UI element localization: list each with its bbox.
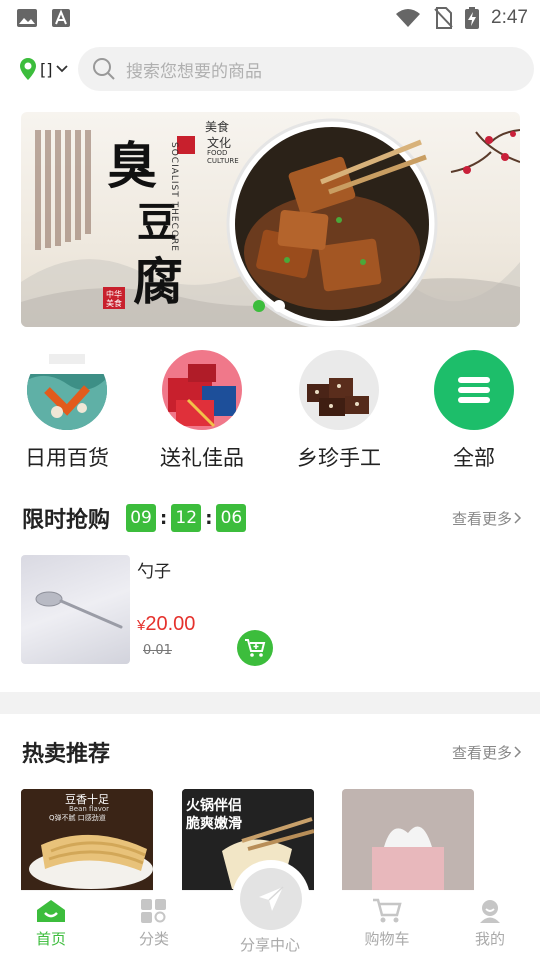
banner-tag-en-2: CULTURE — [207, 157, 239, 165]
flash-sale-item[interactable]: 勺子 ¥20.00 0.01 — [21, 555, 521, 666]
countdown-separator: : — [160, 507, 168, 529]
hot-card-sub2: 脆爽嫩滑 — [186, 816, 242, 832]
chevron-right-icon — [514, 512, 522, 524]
banner-title-3: 腐 — [133, 252, 183, 311]
flash-sale-more-link[interactable]: 查看更多 — [452, 508, 522, 529]
countdown-timer: 09 : 12 : 06 — [126, 504, 247, 532]
more-label: 查看更多 — [451, 509, 512, 528]
user-icon — [480, 900, 500, 923]
tab-category[interactable]: 分类 — [114, 898, 194, 949]
search-icon — [93, 58, 115, 80]
location-label: [] — [40, 59, 53, 79]
banner-artwork — [21, 118, 520, 327]
location-selector[interactable]: [] — [0, 58, 78, 80]
status-time: 2:47 — [491, 7, 528, 28]
category-label: 送礼佳品 — [160, 446, 244, 470]
banner-title-1: 臭 — [107, 136, 157, 195]
add-to-cart-button[interactable] — [237, 630, 273, 666]
promo-banner[interactable]: 臭 豆 腐 美食 文化 FOOD CULTURE SOCIALIST THECO… — [21, 112, 520, 327]
price-value: 20.00 — [145, 613, 196, 635]
banner-seal: 中华美食 — [106, 290, 122, 308]
product-name: 勺子 — [137, 562, 171, 582]
countdown-seconds: 06 — [216, 504, 247, 532]
image-icon — [17, 9, 37, 27]
gifts-image — [162, 350, 242, 430]
daily-goods-image — [27, 350, 107, 430]
tab-profile[interactable]: 我的 — [450, 898, 530, 949]
hot-card-note: Q弹不腻 口感劲道 — [49, 814, 106, 822]
flash-sale-title: 限时抢购 — [22, 508, 111, 533]
countdown-hours: 09 — [126, 504, 157, 532]
status-bar: 2:47 — [0, 0, 540, 36]
hot-product-card[interactable] — [342, 789, 474, 891]
tab-label: 首页 — [35, 930, 66, 948]
tab-label: 分类 — [138, 930, 169, 948]
category-nav: 日用百货 送礼佳品 乡珍手工 全部 — [0, 350, 540, 480]
send-icon — [259, 886, 284, 911]
wifi-icon — [396, 9, 421, 27]
search-input[interactable]: 搜索您想要的商品 — [78, 47, 534, 91]
search-placeholder: 搜索您想要的商品 — [126, 61, 262, 82]
category-label: 全部 — [453, 446, 495, 470]
banner-vertical-text: SOCIALIST THECORE — [169, 142, 179, 252]
category-label: 乡珍手工 — [297, 446, 381, 470]
chevron-down-icon — [56, 65, 69, 73]
hot-header: 热卖推荐 查看更多 — [22, 732, 522, 772]
banner-dot-1[interactable] — [253, 300, 265, 312]
countdown-separator: : — [205, 507, 213, 529]
handmade-image — [299, 350, 379, 430]
tab-label: 我的 — [474, 930, 505, 948]
share-center-icon-bg — [240, 868, 302, 930]
category-grid-icon — [141, 899, 166, 923]
home-icon — [37, 900, 65, 922]
flash-sale-header: 限时抢购 09 : 12 : 06 查看更多 — [22, 498, 522, 538]
tab-home[interactable]: 首页 — [11, 898, 91, 949]
spoon-image — [35, 591, 123, 629]
category-gifts[interactable]: 送礼佳品 — [152, 350, 252, 472]
category-handmade-image — [299, 350, 379, 430]
category-daily-goods[interactable]: 日用百货 — [17, 350, 117, 472]
tab-cart[interactable]: 购物车 — [347, 898, 427, 949]
category-gifts-image — [162, 350, 242, 430]
hot-card-sub: Bean flavor — [69, 805, 110, 813]
category-daily-goods-image — [27, 350, 107, 430]
tab-label: 购物车 — [364, 930, 410, 948]
cart-icon — [373, 898, 402, 923]
banner-tag-en-1: FOOD — [207, 149, 228, 157]
banner-tag-1: 美食 — [205, 120, 230, 134]
category-handmade[interactable]: 乡珍手工 — [289, 350, 389, 472]
hot-title: 热卖推荐 — [22, 742, 111, 767]
hot-more-link[interactable]: 查看更多 — [452, 742, 522, 763]
more-label: 查看更多 — [451, 743, 512, 762]
banner-pagination — [253, 300, 285, 312]
battery-charging-icon — [465, 7, 480, 29]
banner-dot-2[interactable] — [273, 300, 285, 312]
chevron-right-icon — [514, 746, 522, 758]
hot-card-caption: 火锅伴侣 — [186, 798, 242, 814]
product-image — [21, 555, 130, 664]
tissue-box-image — [342, 789, 474, 891]
category-all-icon-circle — [434, 350, 514, 430]
category-label: 日用百货 — [25, 446, 109, 470]
product-price: ¥20.00 — [137, 613, 195, 636]
font-icon — [52, 9, 70, 27]
no-sim-icon — [434, 7, 453, 29]
cart-icon — [245, 639, 266, 657]
share-center-button[interactable] — [232, 860, 310, 938]
category-all[interactable]: 全部 — [424, 350, 524, 472]
header: [] 搜索您想要的商品 — [0, 46, 540, 92]
countdown-minutes: 12 — [171, 504, 202, 532]
hot-product-card[interactable]: 豆香十足 Bean flavor Q弹不腻 口感劲道 — [21, 789, 153, 891]
location-pin-icon — [20, 58, 36, 80]
original-price: 0.01 — [143, 643, 172, 658]
menu-icon — [458, 377, 490, 403]
section-divider — [0, 692, 540, 714]
